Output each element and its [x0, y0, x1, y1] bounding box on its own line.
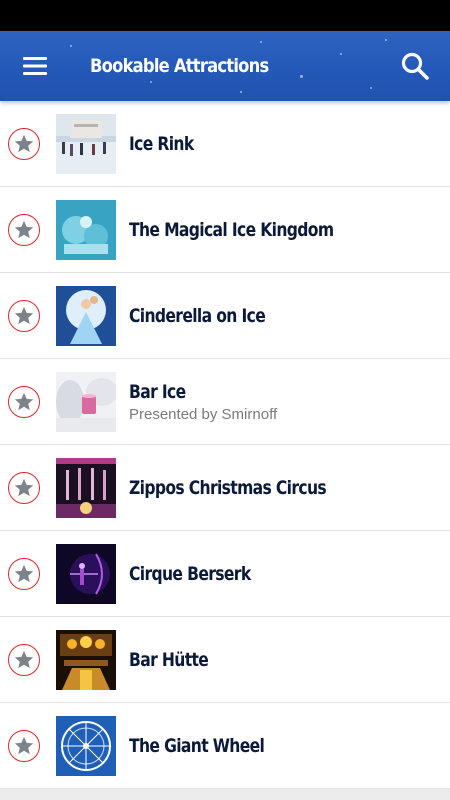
list-item[interactable]: The Giant Wheel — [0, 703, 450, 789]
attraction-thumbnail — [56, 716, 116, 776]
snow-decoration — [385, 39, 387, 41]
favorite-button[interactable] — [8, 386, 40, 418]
attraction-title: Bar Hütte — [129, 649, 209, 671]
star-icon — [14, 134, 34, 153]
list-item[interactable]: Bar Hütte — [0, 617, 450, 703]
list-item[interactable]: Bar Ice Presented by Smirnoff — [0, 359, 450, 445]
status-bar — [0, 0, 450, 31]
menu-icon — [23, 57, 47, 75]
list-item[interactable]: Ice Rink — [0, 101, 450, 187]
snow-decoration — [340, 53, 342, 55]
attraction-title: The Magical Ice Kingdom — [129, 219, 334, 241]
attraction-thumbnail — [56, 200, 116, 260]
star-icon — [14, 306, 34, 325]
snow-decoration — [370, 87, 372, 89]
list-footer-strip — [0, 789, 450, 800]
star-icon — [14, 392, 34, 411]
attraction-thumbnail — [56, 286, 116, 346]
attraction-title: Cirque Berserk — [129, 563, 251, 585]
app-bar: Bookable Attractions — [0, 31, 450, 101]
list-item[interactable]: The Magical Ice Kingdom — [0, 187, 450, 273]
favorite-button[interactable] — [8, 472, 40, 504]
star-icon — [14, 650, 34, 669]
attraction-thumbnail — [56, 114, 116, 174]
list-item[interactable]: Cinderella on Ice — [0, 273, 450, 359]
favorite-button[interactable] — [8, 300, 40, 332]
attraction-title: Zippos Christmas Circus — [129, 477, 327, 499]
attraction-title: The Giant Wheel — [129, 735, 265, 757]
star-icon — [14, 220, 34, 239]
attractions-list: Ice Rink The Magical Ice Kingdom Cindere… — [0, 101, 450, 789]
snow-decoration — [70, 45, 72, 47]
attraction-thumbnail — [56, 630, 116, 690]
attraction-thumbnail — [56, 458, 116, 518]
search-button[interactable] — [396, 47, 434, 85]
favorite-button[interactable] — [8, 128, 40, 160]
page-title: Bookable Attractions — [90, 55, 269, 77]
menu-button[interactable] — [15, 48, 55, 84]
star-icon — [14, 736, 34, 755]
attraction-title: Cinderella on Ice — [129, 305, 266, 327]
favorite-button[interactable] — [8, 644, 40, 676]
favorite-button[interactable] — [8, 730, 40, 762]
favorite-button[interactable] — [8, 558, 40, 590]
attraction-subtitle: Presented by Smirnoff — [129, 406, 278, 423]
attraction-thumbnail — [56, 372, 116, 432]
star-icon — [14, 478, 34, 497]
search-icon — [401, 52, 429, 80]
star-icon — [14, 564, 34, 583]
list-item[interactable]: Cirque Berserk — [0, 531, 450, 617]
favorite-button[interactable] — [8, 214, 40, 246]
attraction-title: Ice Rink — [129, 133, 194, 155]
attraction-thumbnail — [56, 544, 116, 604]
attraction-title: Bar Ice — [129, 381, 186, 403]
snow-decoration — [300, 75, 303, 78]
list-item[interactable]: Zippos Christmas Circus — [0, 445, 450, 531]
